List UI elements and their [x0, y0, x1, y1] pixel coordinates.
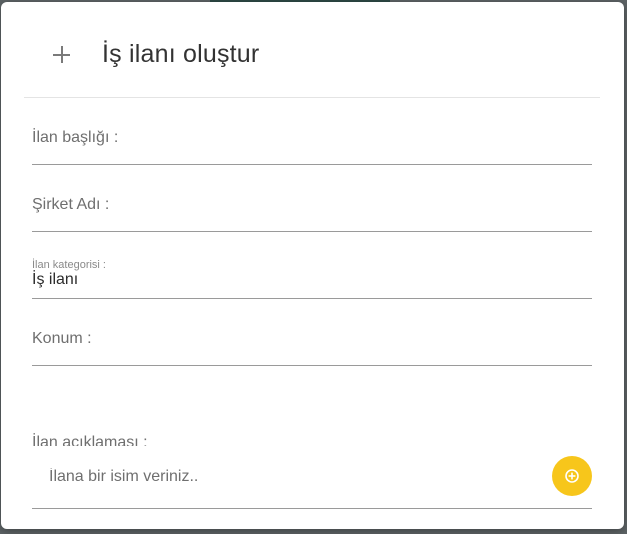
add-circle-icon — [565, 469, 579, 483]
company-name-label: Şirket Adı : — [32, 196, 110, 213]
dialog-header: İş ilanı oluştur — [1, 2, 624, 98]
plus-icon — [51, 44, 73, 66]
location-label: Konum : — [32, 330, 92, 347]
dialog-title: İş ilanı oluştur — [102, 40, 260, 68]
job-category-value: İş ilanı — [32, 271, 79, 288]
header-divider — [24, 97, 600, 98]
company-name-field[interactable]: Şirket Adı : — [32, 191, 592, 232]
job-title-label: İlan başlığı : — [32, 129, 119, 146]
create-job-dialog: İş ilanı oluştur İlan başlığı : Şirket A… — [1, 2, 624, 529]
description-label-wrapper: İlan açıklaması : — [32, 433, 332, 446]
name-input-bar — [32, 454, 592, 509]
job-category-label: İlan kategorisi : — [32, 259, 106, 271]
job-title-field[interactable]: İlan başlığı : — [32, 124, 592, 165]
name-input[interactable] — [32, 460, 549, 494]
location-field[interactable]: Konum : — [32, 325, 592, 366]
add-button[interactable] — [552, 456, 592, 496]
job-category-field[interactable]: İlan kategorisi : İş ilanı — [32, 258, 592, 299]
description-label: İlan açıklaması : — [32, 434, 148, 446]
